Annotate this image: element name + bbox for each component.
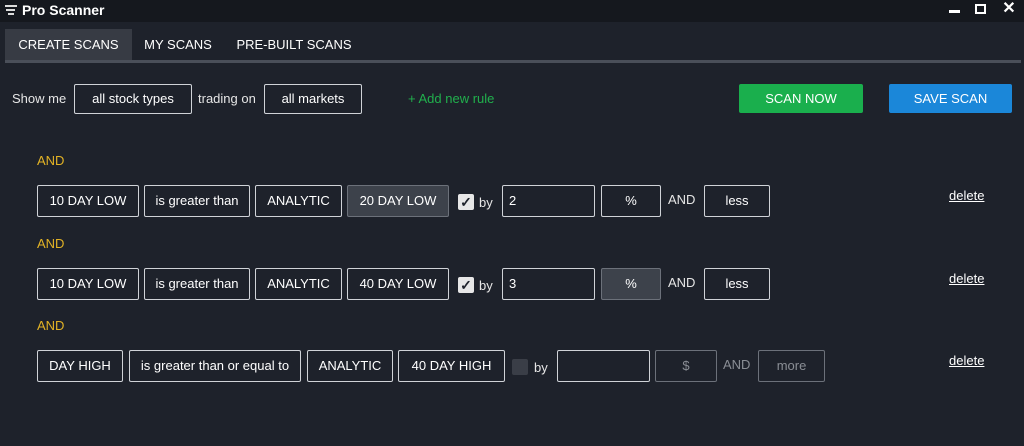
stock-type-dropdown[interactable]: all stock types <box>74 84 192 114</box>
rule-field-dropdown[interactable]: 10 DAY LOW <box>37 185 139 217</box>
rule-and-label: AND <box>723 357 751 372</box>
rule-and-label: AND <box>668 192 696 207</box>
maximize-icon[interactable] <box>970 0 992 22</box>
rule-direction-dropdown[interactable]: more <box>758 350 825 382</box>
show-me-label: Show me <box>12 91 67 106</box>
rule-operator-dropdown[interactable]: is greater than or equal to <box>129 350 301 382</box>
rule-operator-dropdown[interactable]: is greater than <box>144 185 250 217</box>
market-dropdown[interactable]: all markets <box>264 84 362 114</box>
rule-direction-dropdown[interactable]: less <box>704 268 770 300</box>
by-label: by <box>479 278 493 293</box>
app-title: Pro Scanner <box>22 2 105 18</box>
rule-value-input[interactable] <box>557 350 650 382</box>
rule-conjunction: AND <box>37 236 65 251</box>
rule-type-dropdown[interactable]: ANALYTIC <box>255 185 342 217</box>
rule-value-input[interactable]: 3 <box>502 268 595 300</box>
rule-direction-dropdown[interactable]: less <box>704 185 770 217</box>
delete-rule-link[interactable]: delete <box>949 271 984 286</box>
rule-conjunction: AND <box>37 153 65 168</box>
rule-value-input[interactable]: 2 <box>502 185 595 217</box>
rule-unit-dropdown[interactable]: % <box>601 185 661 217</box>
rule-field-dropdown[interactable]: 10 DAY LOW <box>37 268 139 300</box>
rule-type-dropdown[interactable]: ANALYTIC <box>255 268 342 300</box>
delete-rule-link[interactable]: delete <box>949 353 984 368</box>
rule-operator-dropdown[interactable]: is greater than <box>144 268 250 300</box>
add-new-rule-link[interactable]: + Add new rule <box>408 91 494 106</box>
rule-compare-dropdown[interactable]: 40 DAY LOW <box>347 268 449 300</box>
rule-type-dropdown[interactable]: ANALYTIC <box>307 350 393 382</box>
scan-now-button[interactable]: SCAN NOW <box>739 84 863 113</box>
by-label: by <box>479 195 493 210</box>
tab-create-scans[interactable]: CREATE SCANS <box>5 29 132 60</box>
rule-conjunction: AND <box>37 318 65 333</box>
rule-unit-dropdown[interactable]: % <box>601 268 661 300</box>
by-checkbox[interactable] <box>512 359 528 375</box>
rule-unit-dropdown[interactable]: $ <box>655 350 717 382</box>
rule-and-label: AND <box>668 275 696 290</box>
tab-pre-built-scans[interactable]: PRE-BUILT SCANS <box>226 29 362 60</box>
by-checkbox[interactable]: ✓ <box>458 277 474 293</box>
delete-rule-link[interactable]: delete <box>949 188 984 203</box>
trading-on-label: trading on <box>198 91 256 106</box>
tab-my-scans[interactable]: MY SCANS <box>135 29 221 60</box>
tab-underline <box>5 60 1021 63</box>
rule-compare-dropdown[interactable]: 40 DAY HIGH <box>398 350 505 382</box>
by-label: by <box>534 360 548 375</box>
close-icon[interactable]: ✕ <box>998 0 1020 22</box>
rule-field-dropdown[interactable]: DAY HIGH <box>37 350 123 382</box>
rule-compare-dropdown[interactable]: 20 DAY LOW <box>347 185 449 217</box>
hamburger-filter-icon[interactable] <box>5 5 17 17</box>
by-checkbox[interactable]: ✓ <box>458 194 474 210</box>
save-scan-button[interactable]: SAVE SCAN <box>889 84 1012 113</box>
title-bar: Pro Scanner ✕ <box>0 0 1024 22</box>
minimize-icon[interactable] <box>944 0 966 22</box>
